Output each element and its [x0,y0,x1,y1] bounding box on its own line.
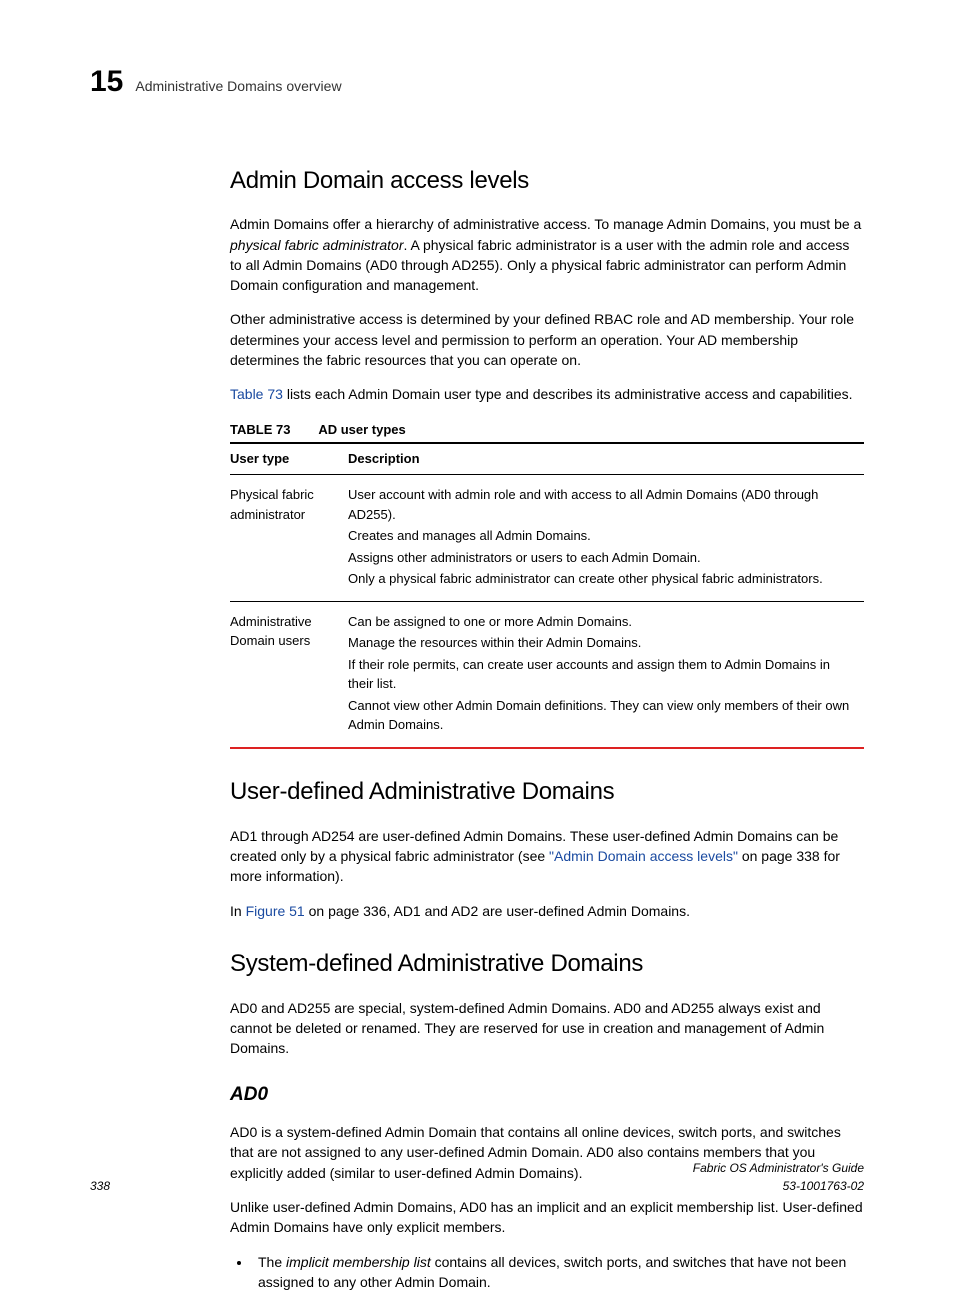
list-item: The implicit membership list contains al… [252,1252,864,1292]
cell-user-type: Physical fabric administrator [230,475,348,602]
table-row: Physical fabric administrator User accou… [230,475,864,602]
table-header-description: Description [348,443,864,475]
table-caption: TABLE 73 AD user types [230,419,864,440]
chapter-number: 15 [90,60,123,104]
cell-description: Can be assigned to one or more Admin Dom… [348,601,864,748]
paragraph: Admin Domains offer a hierarchy of admin… [230,214,864,295]
page-header: 15 Administrative Domains overview [90,60,864,104]
xref-table-73[interactable]: Table 73 [230,386,283,402]
cell-description: User account with admin role and with ac… [348,475,864,602]
content-area: Admin Domain access levels Admin Domains… [230,164,864,1292]
bullet-list: The implicit membership list contains al… [230,1252,864,1292]
table-header-user-type: User type [230,443,348,475]
header-title: Administrative Domains overview [135,76,341,96]
page-number: 338 [90,1178,110,1195]
footer-guide-title: Fabric OS Administrator's Guide [693,1160,864,1177]
table-row: Administrative Domain users Can be assig… [230,601,864,748]
footer-doc-info: Fabric OS Administrator's Guide 53-10017… [693,1160,864,1195]
table-title: AD user types [318,422,405,437]
section-heading-access-levels: Admin Domain access levels [230,164,864,199]
paragraph: AD0 and AD255 are special, system-define… [230,998,864,1059]
term-implicit-membership-list: implicit membership list [286,1254,431,1270]
paragraph: Other administrative access is determine… [230,309,864,370]
page-footer: 338 Fabric OS Administrator's Guide 53-1… [90,1160,864,1195]
document-page: 15 Administrative Domains overview Admin… [0,0,954,1235]
subsection-heading-ad0: AD0 [230,1081,864,1109]
ad-user-types-table: User type Description Physical fabric ad… [230,442,864,749]
term-physical-fabric-admin: physical fabric administrator [230,237,404,253]
paragraph: In Figure 51 on page 336, AD1 and AD2 ar… [230,901,864,921]
paragraph: Unlike user-defined Admin Domains, AD0 h… [230,1197,864,1238]
paragraph: Table 73 lists each Admin Domain user ty… [230,384,864,404]
footer-doc-number: 53-1001763-02 [693,1178,864,1195]
xref-figure-51[interactable]: Figure 51 [246,903,305,919]
cell-user-type: Administrative Domain users [230,601,348,748]
section-heading-system-defined: System-defined Administrative Domains [230,947,864,982]
section-heading-user-defined: User-defined Administrative Domains [230,775,864,810]
table-label: TABLE 73 [230,422,290,437]
paragraph: AD1 through AD254 are user-defined Admin… [230,826,864,887]
xref-admin-domain-access[interactable]: "Admin Domain access levels" [549,848,738,864]
